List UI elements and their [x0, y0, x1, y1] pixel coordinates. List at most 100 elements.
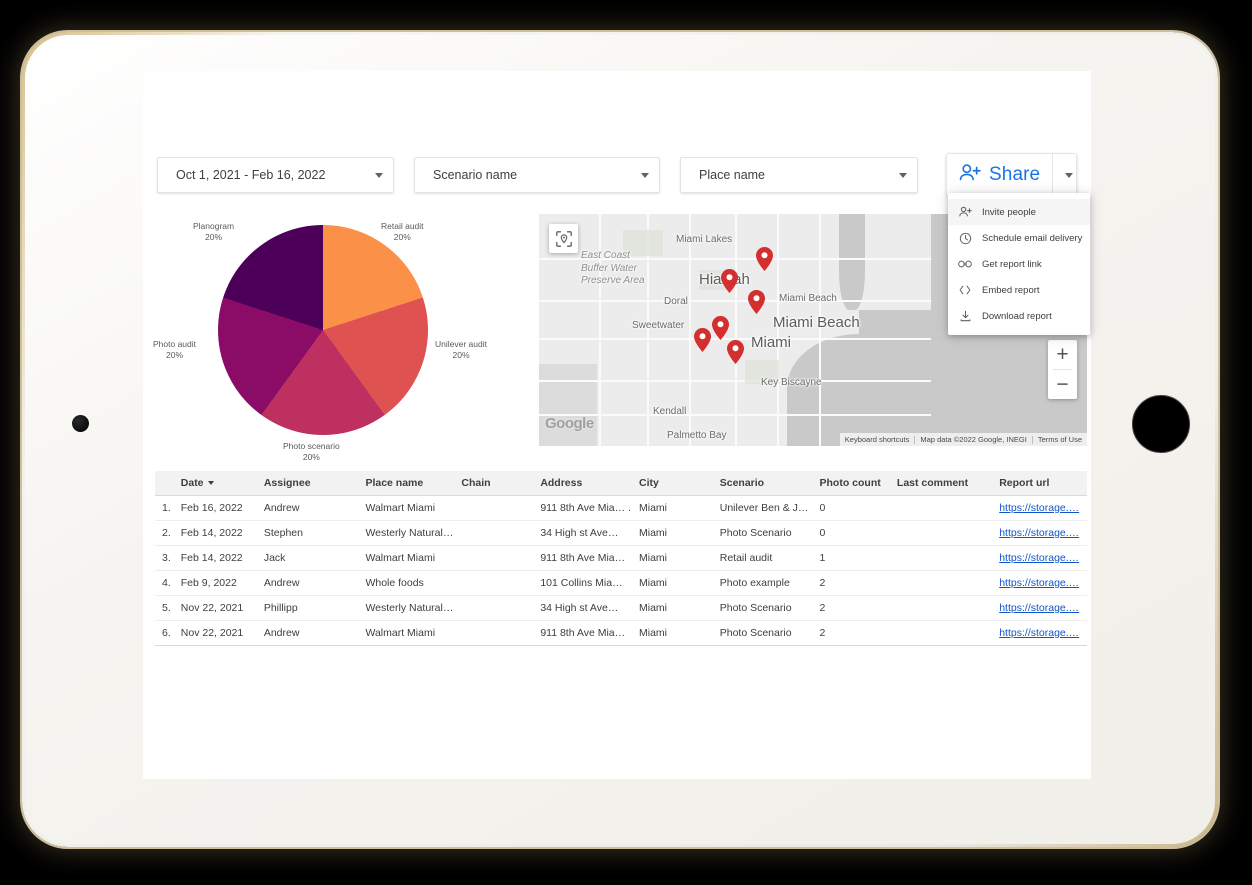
pie-label-name: Unilever audit — [435, 339, 487, 350]
map-attribution-bar: Keyboard shortcuts Map data ©2022 Google… — [840, 433, 1087, 446]
share-button[interactable]: Share — [947, 154, 1052, 196]
share-dropdown-menu: Invite people Schedule email delivery — [948, 193, 1090, 335]
map-water — [839, 214, 865, 310]
cell-report-url-link[interactable]: https://storage.… — [999, 527, 1079, 539]
cell-city: Miami — [635, 596, 716, 621]
pie-label-value: 20% — [283, 452, 340, 463]
menu-item-embed-report[interactable]: Embed report — [948, 277, 1090, 303]
column-header-last-comment[interactable]: Last comment — [893, 471, 995, 496]
person-add-icon — [959, 163, 981, 188]
cell-date: Feb 9, 2022 — [177, 571, 260, 596]
pie-label-photo-audit: Photo audit 20% — [153, 339, 196, 362]
sort-descending-icon — [208, 481, 214, 485]
cell-date: Feb 16, 2022 — [177, 496, 260, 521]
tablet-home-button[interactable] — [72, 415, 89, 432]
cell-address: 34 High st Ave… — [536, 521, 635, 546]
filter-date-range-value: Oct 1, 2021 - Feb 16, 2022 — [176, 168, 367, 182]
table-row[interactable]: 5. Nov 22, 2021 Phillipp Westerly Natura… — [155, 596, 1087, 621]
cell-address: 911 8th Ave Mia… — [536, 546, 635, 571]
menu-item-label: Schedule email delivery — [982, 233, 1082, 244]
filter-place-name[interactable]: Place name — [680, 157, 918, 193]
cell-report-url-link[interactable]: https://storage.… — [999, 627, 1079, 639]
cell-city: Miami — [635, 521, 716, 546]
map-marker[interactable] — [727, 340, 744, 364]
person-add-icon — [958, 205, 972, 219]
map-road — [689, 214, 691, 446]
pie-label-name: Planogram — [193, 221, 234, 232]
column-header-report-url[interactable]: Report url — [995, 471, 1087, 496]
map-marker[interactable] — [712, 316, 729, 340]
pie-label-retail-audit: Retail audit 20% — [381, 221, 424, 244]
map-marker[interactable] — [756, 247, 773, 271]
cell-scenario: Photo Scenario — [716, 596, 816, 621]
cell-city: Miami — [635, 571, 716, 596]
row-index: 3. — [155, 546, 177, 571]
map-label-key-biscayne: Key Biscayne — [761, 377, 822, 388]
cell-report-url-link[interactable]: https://storage.… — [999, 577, 1079, 589]
filter-date-range[interactable]: Oct 1, 2021 - Feb 16, 2022 — [157, 157, 394, 193]
menu-item-label: Invite people — [982, 207, 1036, 218]
map-fit-bounds-button[interactable] — [549, 224, 578, 253]
cell-assignee: Andrew — [260, 571, 362, 596]
menu-item-schedule-email-delivery[interactable]: Schedule email delivery — [948, 225, 1090, 251]
map-water — [859, 310, 933, 346]
row-index: 6. — [155, 621, 177, 646]
menu-item-get-report-link[interactable]: Get report link — [948, 251, 1090, 277]
pie-label-name: Retail audit — [381, 221, 424, 232]
pie-label-photo-scenario: Photo scenario 20% — [283, 441, 340, 464]
column-header-city[interactable]: City — [635, 471, 716, 496]
cell-report-url-link[interactable]: https://storage.… — [999, 602, 1079, 614]
column-header-scenario[interactable]: Scenario — [716, 471, 816, 496]
cell-city: Miami — [635, 546, 716, 571]
column-header-place-name[interactable]: Place name — [361, 471, 457, 496]
keyboard-shortcuts-link[interactable]: Keyboard shortcuts — [840, 435, 915, 444]
map-marker[interactable] — [694, 328, 711, 352]
cell-assignee: Stephen — [260, 521, 362, 546]
map-road — [599, 214, 601, 446]
cell-chain — [457, 571, 536, 596]
share-dropdown-toggle[interactable] — [1053, 154, 1076, 196]
pie-label-planogram: Planogram 20% — [193, 221, 234, 244]
table-row[interactable]: 1. Feb 16, 2022 Andrew Walmart Miami 911… — [155, 496, 1087, 521]
cell-city: Miami — [635, 496, 716, 521]
cell-chain — [457, 496, 536, 521]
tablet-camera-ring — [1130, 393, 1192, 455]
column-header-chain[interactable]: Chain — [457, 471, 536, 496]
pie-label-value: 20% — [435, 350, 487, 361]
cell-scenario: Retail audit — [716, 546, 816, 571]
cell-report-url-link[interactable]: https://storage.… — [999, 502, 1079, 514]
map-marker[interactable] — [748, 290, 765, 314]
filter-scenario-name[interactable]: Scenario name — [414, 157, 660, 193]
row-index: 2. — [155, 521, 177, 546]
map-road — [539, 380, 931, 382]
cell-last-comment — [893, 571, 995, 596]
table-row[interactable]: 2. Feb 14, 2022 Stephen Westerly Natural… — [155, 521, 1087, 546]
clock-icon — [958, 231, 972, 245]
map-marker[interactable] — [721, 269, 738, 293]
terms-of-use-link[interactable]: Terms of Use — [1033, 435, 1087, 444]
map-data-credit: Map data ©2022 Google, INEGI — [915, 435, 1031, 444]
table-row[interactable]: 4. Feb 9, 2022 Andrew Whole foods 101 Co… — [155, 571, 1087, 596]
code-brackets-icon — [958, 283, 972, 297]
cell-chain — [457, 596, 536, 621]
table-row[interactable]: 3. Feb 14, 2022 Jack Walmart Miami 911 8… — [155, 546, 1087, 571]
cell-report-url-link[interactable]: https://storage.… — [999, 552, 1079, 564]
column-header-assignee[interactable]: Assignee — [260, 471, 362, 496]
menu-item-download-report[interactable]: Download report — [948, 303, 1090, 329]
map-label-miami: Miami — [751, 334, 791, 351]
row-index: 5. — [155, 596, 177, 621]
table-row[interactable]: 6. Nov 22, 2021 Andrew Walmart Miami 911… — [155, 621, 1087, 646]
share-button-label: Share — [989, 164, 1040, 186]
map-zoom-in-button[interactable]: + — [1048, 340, 1077, 369]
download-icon — [958, 309, 972, 323]
column-header-date[interactable]: Date — [177, 471, 260, 496]
filter-place-name-value: Place name — [699, 168, 891, 182]
pie-label-unilever-audit: Unilever audit 20% — [435, 339, 487, 362]
column-header-address[interactable]: Address — [536, 471, 635, 496]
column-index — [155, 471, 177, 496]
map-zoom-out-button[interactable]: − — [1048, 370, 1077, 399]
column-header-photo-count[interactable]: Photo count — [816, 471, 893, 496]
chevron-down-icon — [375, 173, 383, 178]
menu-item-invite-people[interactable]: Invite people — [948, 199, 1090, 225]
cell-place-name: Whole foods — [361, 571, 457, 596]
